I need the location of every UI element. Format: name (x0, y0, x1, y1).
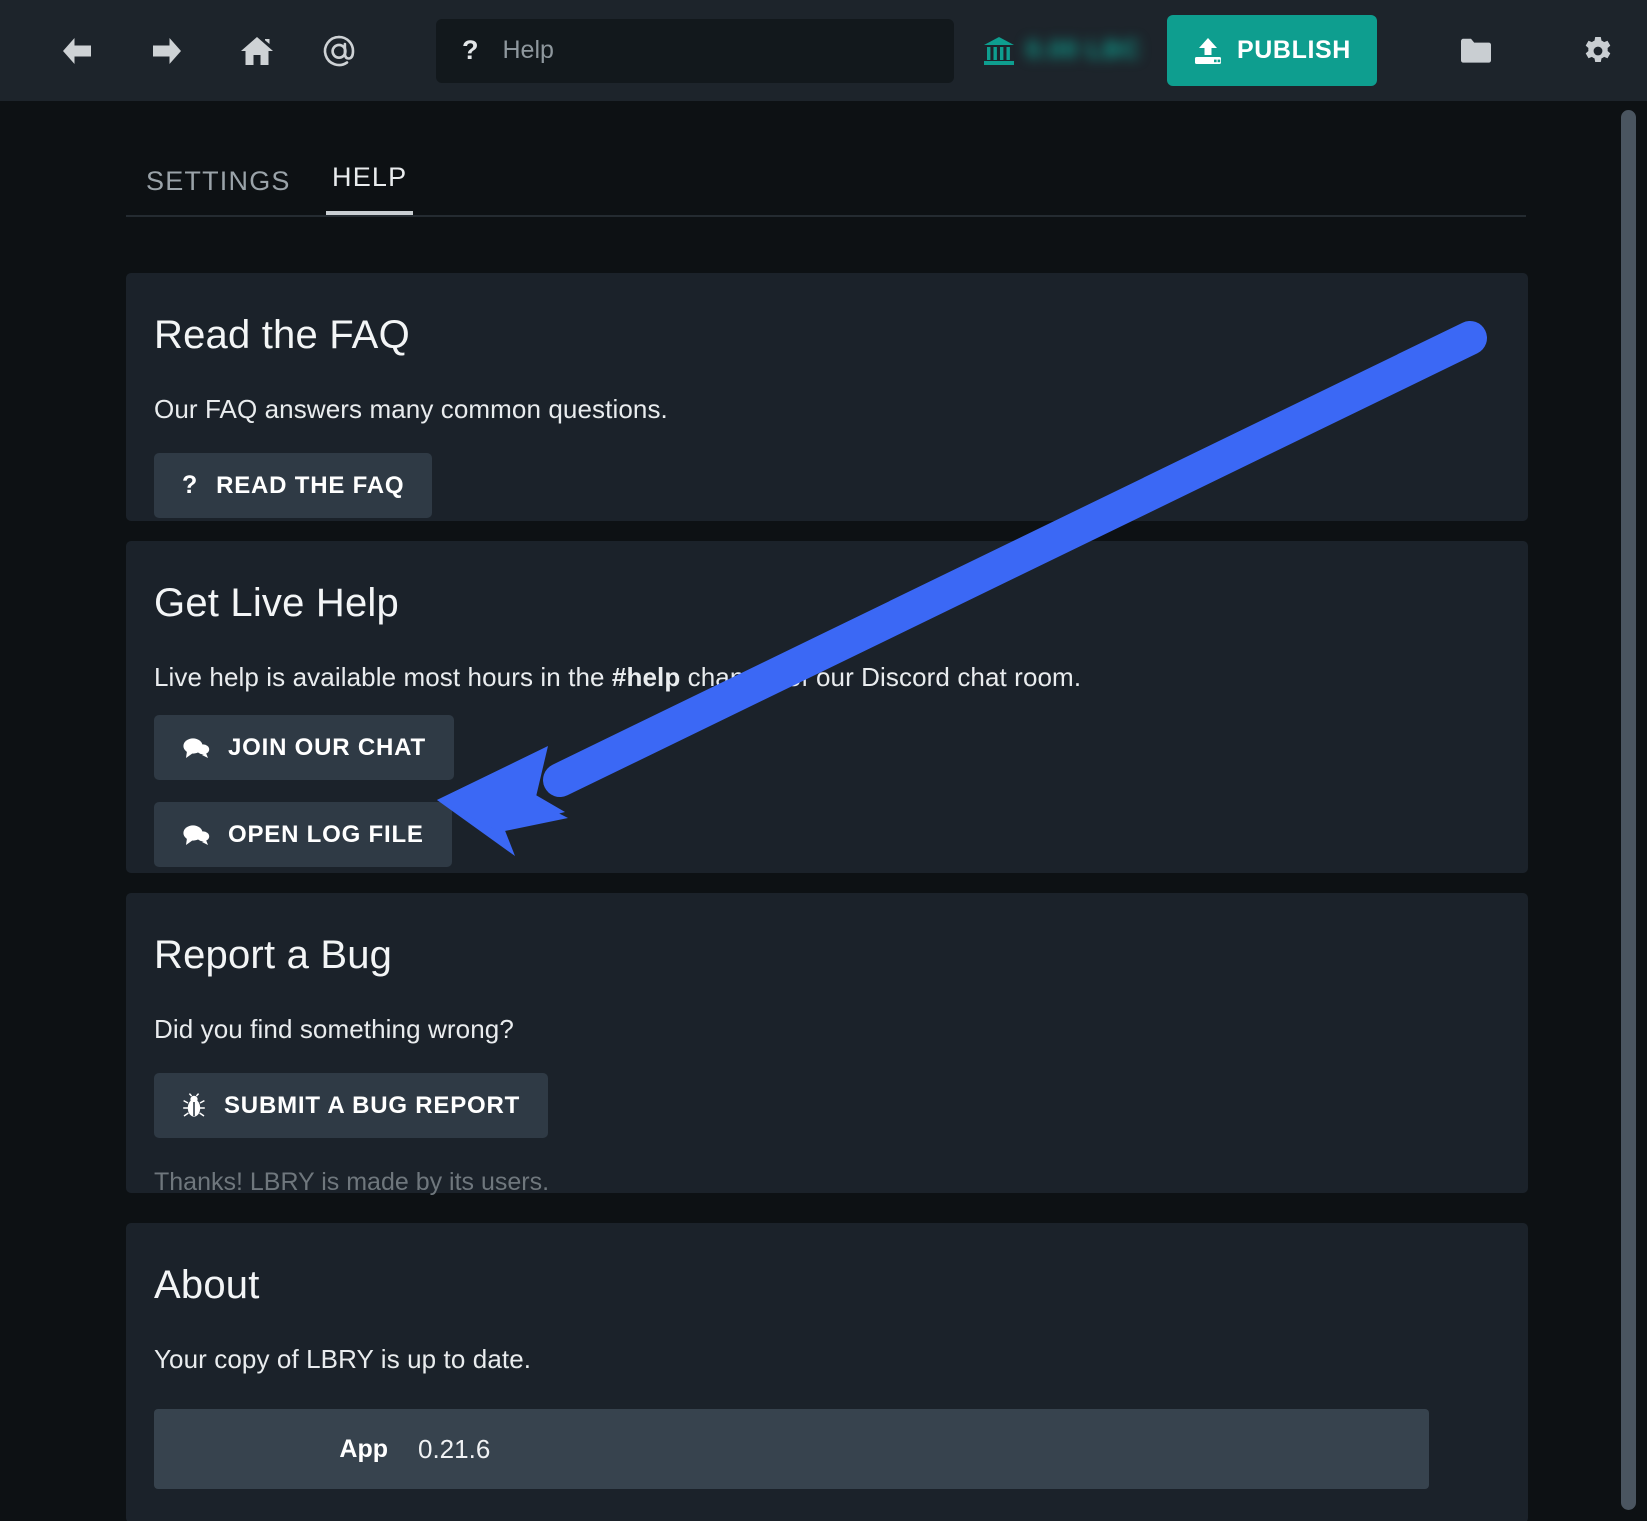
channel-button[interactable] (308, 20, 370, 82)
bug-title: Report a Bug (154, 933, 393, 977)
card-get-live-help: Get Live Help Live help is available mos… (126, 541, 1528, 873)
version-value: 0.21.6 (418, 1433, 491, 1464)
open-log-file-label: OPEN LOG FILE (228, 820, 424, 848)
live-help-description: Live help is available most hours in the… (154, 662, 1500, 693)
folder-button[interactable] (1445, 20, 1507, 82)
tab-settings[interactable]: SETTINGS (140, 166, 297, 215)
home-icon (241, 36, 273, 65)
tab-help[interactable]: HELP (326, 162, 414, 215)
live-help-buttons: JOIN OUR CHAT OPEN LOG FILE (154, 693, 1500, 867)
live-help-desc-after: channel of our Discord chat room. (680, 662, 1082, 692)
card-about: About Your copy of LBRY is up to date. A… (126, 1223, 1528, 1521)
bank-icon (984, 36, 1014, 65)
settings-button[interactable] (1567, 20, 1629, 82)
card-report-a-bug: Report a Bug Did you find something wron… (126, 893, 1528, 1196)
help-page-content: SETTINGS HELP Read the FAQ Our FAQ answe… (0, 101, 1647, 1521)
question-mark-icon: ? (182, 471, 199, 499)
back-button[interactable] (46, 20, 108, 82)
faq-title: Read the FAQ (154, 313, 410, 357)
live-help-title: Get Live Help (154, 581, 399, 625)
bug-icon (182, 1092, 206, 1119)
live-help-channel: #help (611, 662, 681, 692)
search-bar[interactable]: ? (436, 18, 954, 83)
left-edge-strip (0, 202, 4, 1521)
gear-icon (1585, 36, 1611, 62)
arrow-right-icon (153, 37, 181, 64)
join-our-chat-label: JOIN OUR CHAT (228, 733, 426, 761)
live-help-desc-before: Live help is available most hours in the (154, 662, 612, 692)
join-our-chat-button[interactable]: JOIN OUR CHAT (154, 715, 454, 780)
open-log-file-button[interactable]: OPEN LOG FILE (154, 802, 452, 867)
read-the-faq-label: READ THE FAQ (216, 471, 405, 499)
balance-amount: 0.00 LBC (1026, 36, 1141, 64)
about-title: About (154, 1263, 260, 1307)
folder-icon (1461, 38, 1491, 63)
arrow-left-icon (63, 37, 91, 64)
top-navigation-bar: ? 0.00 LBC PUBLISH (0, 0, 1647, 101)
forward-button[interactable] (136, 20, 198, 82)
vertical-scrollbar-thumb[interactable] (1621, 110, 1636, 1510)
submit-a-bug-report-label: SUBMIT A BUG REPORT (224, 1091, 521, 1119)
question-mark-icon: ? (462, 35, 479, 65)
home-button[interactable] (226, 20, 288, 82)
topbar-right-group (1415, 20, 1629, 82)
publish-button[interactable]: PUBLISH (1166, 15, 1377, 86)
version-key: App (339, 1434, 388, 1463)
table-row: App 0.21.6 (154, 1427, 1429, 1471)
about-description: Your copy of LBRY is up to date. (154, 1344, 532, 1374)
read-the-faq-button[interactable]: ? READ THE FAQ (154, 453, 433, 518)
wallet-balance[interactable]: 0.00 LBC (982, 35, 1141, 67)
card-read-the-faq: Read the FAQ Our FAQ answers many common… (126, 273, 1528, 521)
at-sign-icon (323, 35, 355, 66)
bug-description: Did you find something wrong? (154, 1014, 514, 1044)
chat-bubbles-icon (182, 823, 210, 847)
submit-a-bug-report-button[interactable]: SUBMIT A BUG REPORT (154, 1073, 549, 1138)
search-input[interactable] (500, 35, 925, 66)
bug-thanks-text: Thanks! LBRY is made by its users. (154, 1168, 550, 1196)
upload-icon (1194, 37, 1221, 64)
publish-label: PUBLISH (1236, 36, 1351, 64)
settings-help-tabs: SETTINGS HELP (126, 141, 1526, 217)
faq-description: Our FAQ answers many common questions. (154, 394, 668, 424)
chat-bubbles-icon (182, 736, 210, 760)
version-table: App 0.21.6 (154, 1409, 1429, 1489)
